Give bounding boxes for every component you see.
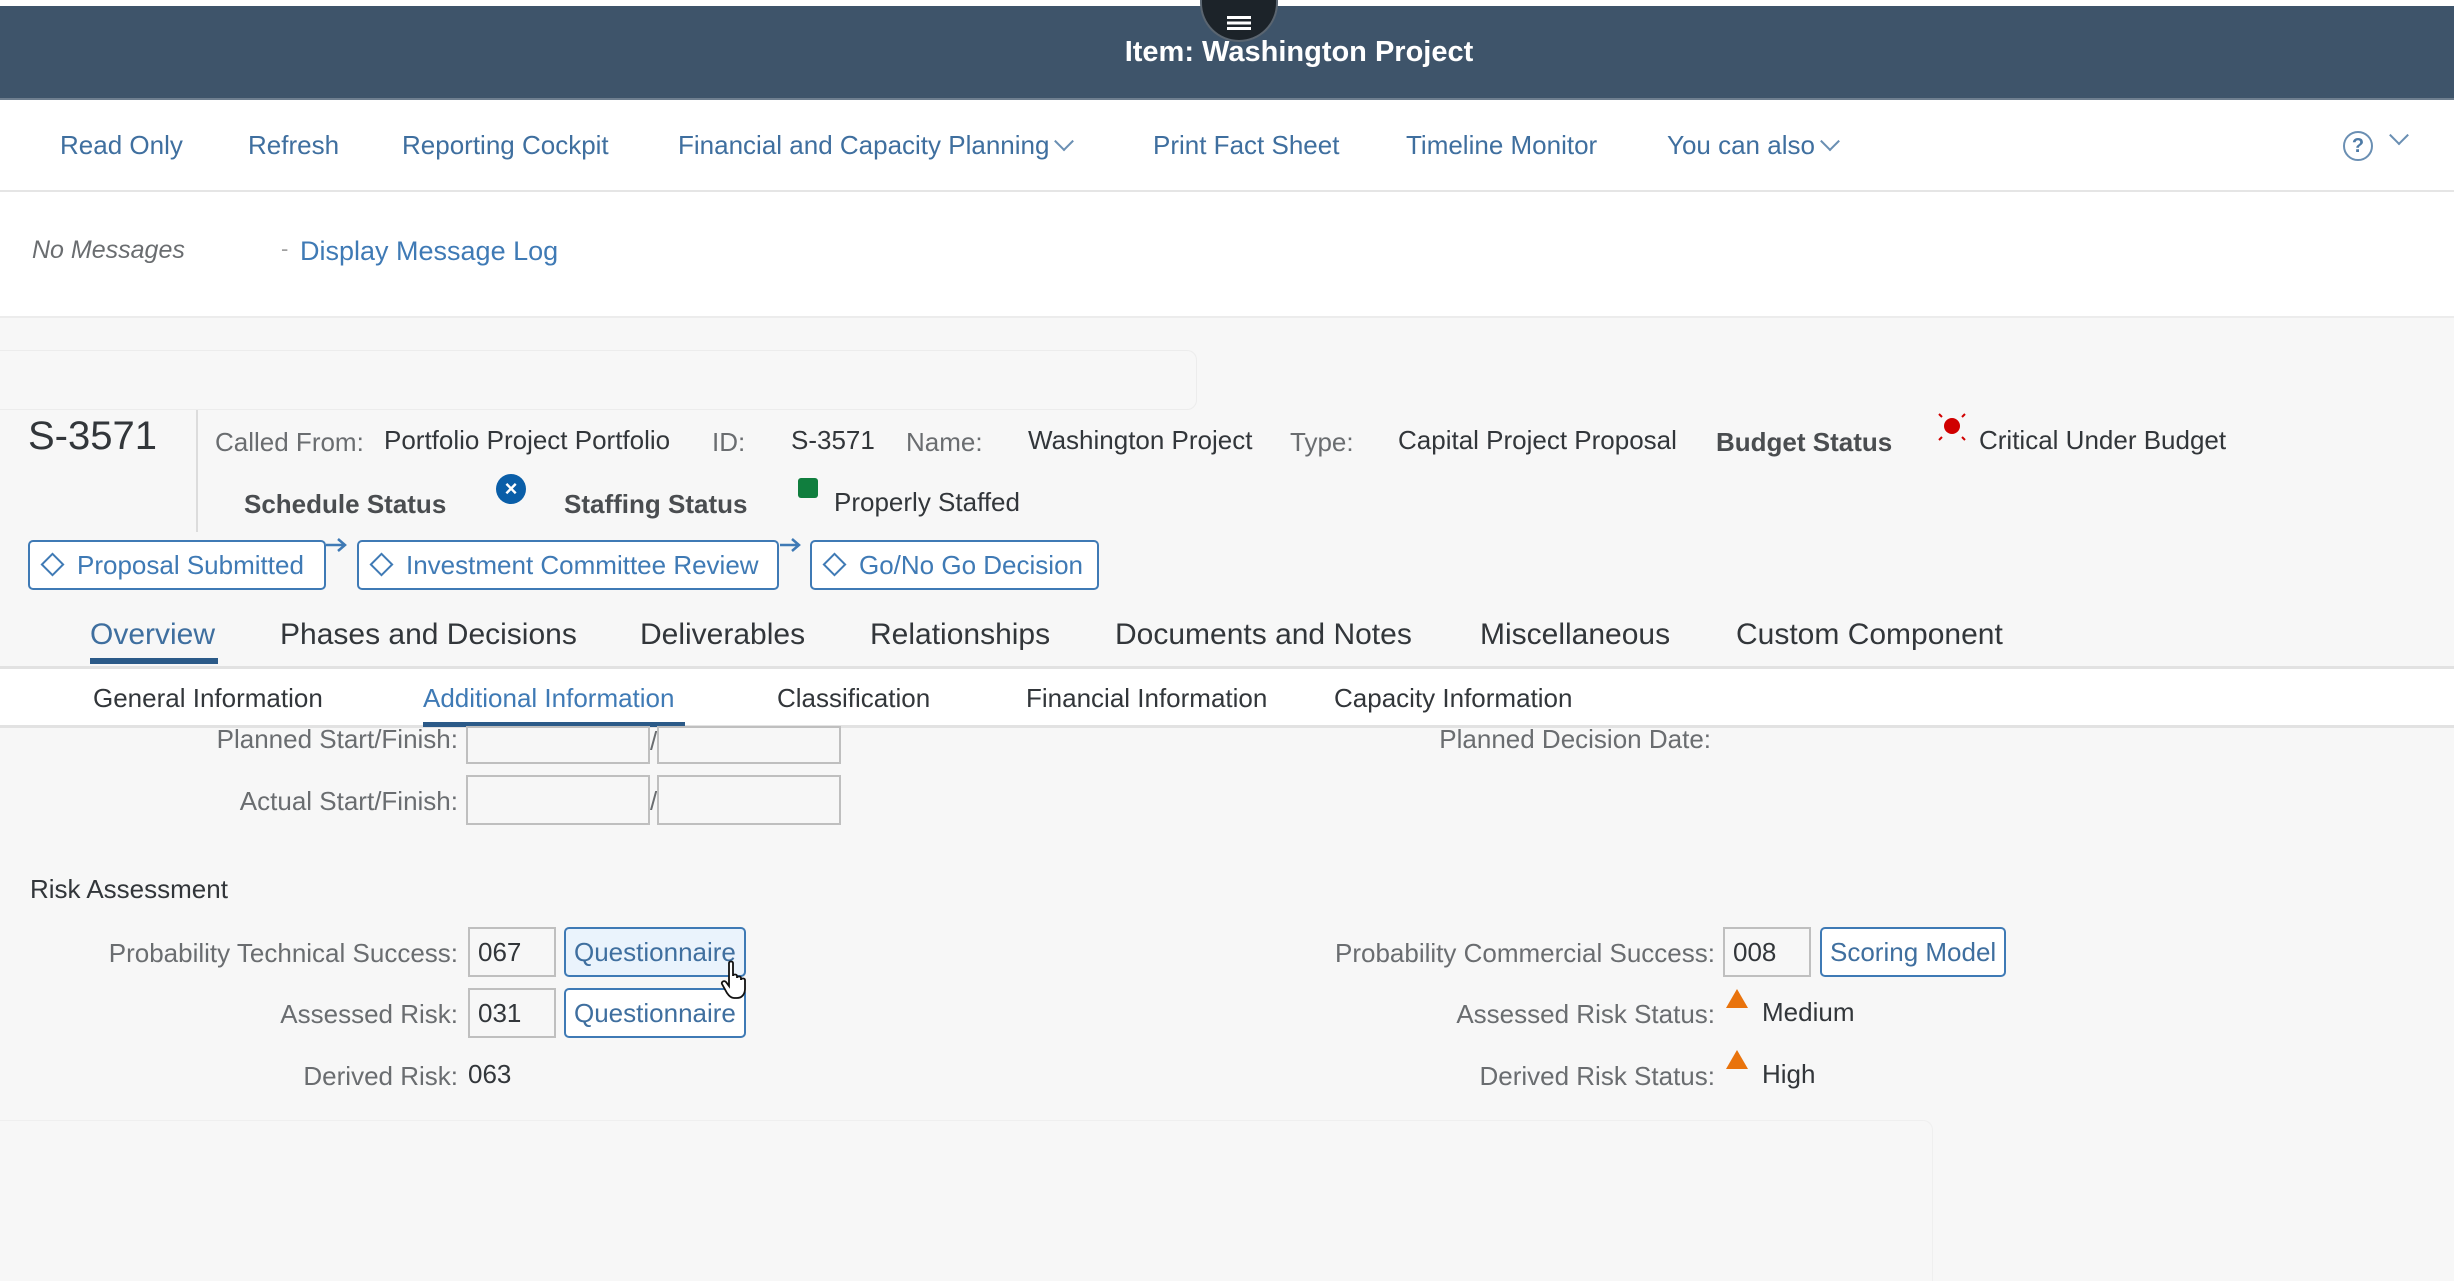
phase-label: Go/No Go Decision [859, 550, 1083, 580]
read-only-button[interactable]: Read Only [60, 100, 183, 190]
actual-start-input[interactable] [466, 775, 650, 825]
tab-miscellaneous[interactable]: Miscellaneous [1480, 612, 1670, 664]
phase-go-no-go-decision[interactable]: Go/No Go Decision [810, 540, 1099, 590]
tab-custom-component[interactable]: Custom Component [1736, 612, 2003, 664]
print-fact-sheet-label: Print Fact Sheet [1153, 130, 1340, 160]
called-from-value: Portfolio Project Portfolio [384, 425, 671, 455]
diamond-icon [822, 552, 847, 577]
derived-risk-status-value: High [1762, 1059, 1816, 1089]
actual-finish-input[interactable] [657, 775, 841, 825]
name-label: Name: [906, 427, 983, 457]
scoring-model-button[interactable]: Scoring Model [1820, 927, 2007, 977]
tech-success-questionnaire-button[interactable]: Questionnaire [564, 927, 746, 977]
derived-risk-status-label: Derived Risk Status: [1479, 1061, 1715, 1091]
staffing-status-label: Staffing Status [564, 489, 748, 519]
refresh-button[interactable]: Refresh [248, 100, 339, 190]
tab-overview[interactable]: Overview [90, 612, 215, 664]
called-from-label: Called From: [215, 427, 364, 457]
warning-triangle-icon [1726, 1050, 1748, 1069]
chevron-down-icon [1054, 131, 1075, 152]
diamond-icon [369, 552, 394, 577]
critical-rays-icon [1938, 413, 1966, 441]
derived-risk-label: Derived Risk: [303, 1061, 458, 1091]
budget-status-value: Critical Under Budget [1979, 425, 2227, 455]
assessed-risk-input[interactable] [468, 988, 556, 1038]
phase-proposal-submitted[interactable]: Proposal Submitted [28, 540, 326, 590]
hand-pointer-cursor-icon [720, 960, 746, 999]
active-tab-indicator [90, 658, 218, 664]
financial-capacity-planning-menu[interactable]: Financial and Capacity Planning [678, 100, 1075, 190]
schedule-status-error-icon: × [496, 474, 526, 504]
reporting-cockpit-label: Reporting Cockpit [402, 130, 609, 160]
tab-documents-and-notes[interactable]: Documents and Notes [1115, 612, 1412, 664]
timeline-monitor-label: Timeline Monitor [1406, 130, 1598, 160]
warning-triangle-icon [1726, 989, 1748, 1008]
header-divider [196, 410, 198, 532]
phase-label: Investment Committee Review [406, 550, 759, 580]
you-can-also-label: You can also [1667, 130, 1815, 160]
assessed-risk-questionnaire-button[interactable]: Questionnaire [564, 988, 746, 1038]
prob-comm-success-input[interactable] [1723, 927, 1811, 977]
you-can-also-menu[interactable]: You can also [1667, 100, 1840, 190]
budget-status-label: Budget Status [1716, 427, 1893, 457]
diamond-icon [40, 552, 65, 577]
phase-investment-committee-review[interactable]: Investment Committee Review [357, 540, 779, 590]
subtab-additional-information[interactable]: Additional Information [423, 678, 674, 718]
subtab-capacity-information[interactable]: Capacity Information [1334, 678, 1572, 718]
prob-tech-success-label: Probability Technical Success: [108, 938, 458, 968]
type-label: Type: [1290, 427, 1354, 457]
assessed-risk-status-label: Assessed Risk Status: [1456, 999, 1715, 1029]
id-value: S-3571 [791, 425, 875, 455]
tab-relationships[interactable]: Relationships [870, 612, 1050, 664]
subtab-general-information[interactable]: General Information [93, 678, 323, 718]
message-separator: - [281, 236, 289, 261]
read-only-label: Read Only [60, 130, 183, 160]
planned-decision-date-label: Planned Decision Date: [1439, 724, 1711, 754]
id-label: ID: [712, 427, 746, 457]
timeline-monitor-button[interactable]: Timeline Monitor [1406, 100, 1597, 190]
display-message-log-link[interactable]: Display Message Log [300, 236, 558, 267]
financial-capacity-planning-label: Financial and Capacity Planning [678, 130, 1050, 160]
assessed-risk-label: Assessed Risk: [280, 999, 458, 1029]
reporting-cockpit-button[interactable]: Reporting Cockpit [402, 100, 609, 190]
object-id-title: S-3571 [28, 414, 157, 458]
application-toolbar: Read Only Refresh Reporting Cockpit Fina… [0, 100, 2454, 192]
risk-assessment-title: Risk Assessment [30, 874, 228, 904]
empty-panel [0, 350, 1197, 410]
tab-phases-and-decisions[interactable]: Phases and Decisions [280, 612, 577, 664]
actual-start-finish-label: Actual Start/Finish: [239, 786, 458, 816]
help-icon[interactable]: ? [2343, 131, 2373, 161]
prob-comm-success-label: Probability Commercial Success: [1334, 938, 1715, 968]
subtab-classification[interactable]: Classification [777, 678, 930, 718]
hamburger-menu-icon [1227, 16, 1251, 30]
empty-bottom-panel [0, 1120, 1933, 1281]
planned-start-input[interactable] [466, 726, 650, 764]
type-value: Capital Project Proposal [1398, 425, 1677, 455]
planned-start-finish-label: Planned Start/Finish: [216, 724, 458, 754]
arrow-right-icon [780, 538, 801, 552]
schedule-status-label: Schedule Status [244, 489, 447, 519]
tab-deliverables[interactable]: Deliverables [640, 612, 805, 664]
staffing-status-ok-icon [798, 478, 818, 498]
message-status: No Messages [32, 236, 185, 264]
chevron-down-icon [1820, 131, 1840, 152]
planned-finish-input[interactable] [657, 726, 841, 764]
print-fact-sheet-button[interactable]: Print Fact Sheet [1153, 100, 1339, 190]
subtab-financial-information[interactable]: Financial Information [1026, 678, 1267, 718]
refresh-label: Refresh [248, 130, 340, 160]
name-value: Washington Project [1028, 425, 1253, 455]
arrow-right-icon [326, 538, 347, 552]
derived-risk-value: 063 [468, 1059, 512, 1089]
phase-label: Proposal Submitted [77, 550, 304, 580]
assessed-risk-status-value: Medium [1762, 997, 1855, 1027]
prob-tech-success-input[interactable] [468, 927, 556, 977]
staffing-status-value: Properly Staffed [834, 487, 1020, 517]
